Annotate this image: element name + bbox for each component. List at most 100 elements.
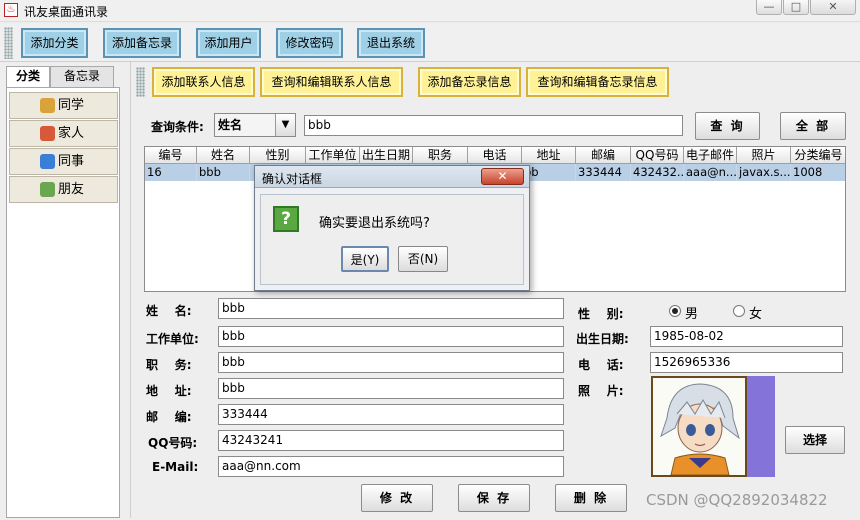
table-cell[interactable]: javax.s... xyxy=(737,164,791,181)
colleagues-icon xyxy=(40,154,55,169)
dialog-title-bar[interactable]: 确认对话框 ✕ xyxy=(255,166,529,188)
category-label: 朋友 xyxy=(58,182,85,197)
add-memo-button[interactable]: 添加备忘录 xyxy=(103,28,181,58)
tab-memo[interactable]: 备忘录 xyxy=(50,66,114,87)
category-family[interactable]: 家人 xyxy=(9,120,118,147)
email-label: E-Mail: xyxy=(152,460,199,474)
category-label: 同学 xyxy=(58,98,85,113)
column-header[interactable]: 电话 xyxy=(468,147,522,164)
yes-button[interactable]: 是(Y) xyxy=(341,246,389,272)
gender-male-label[interactable]: 男 xyxy=(685,303,698,322)
table-cell[interactable]: 333444 xyxy=(576,164,631,181)
gender-female-label[interactable]: 女 xyxy=(749,303,762,322)
watermark: CSDN @QQ2892034822 xyxy=(646,491,828,509)
tab-category[interactable]: 分类 xyxy=(6,66,50,88)
birth-date-field[interactable]: 1985-08-02 xyxy=(650,326,843,347)
work-unit-field[interactable]: bbb xyxy=(218,326,564,347)
photo-label: 照 片: xyxy=(578,384,624,398)
phone-field[interactable]: 1526965336 xyxy=(650,352,843,373)
column-header[interactable]: 地址 xyxy=(522,147,576,164)
work-unit-label: 工作单位: xyxy=(146,332,199,346)
table-cell[interactable]: 1008 xyxy=(791,164,845,181)
query-edit-memo-button[interactable]: 查询和编辑备忘录信息 xyxy=(526,67,669,97)
modify-button[interactable]: 修 改 xyxy=(361,484,433,512)
query-field-select[interactable]: 姓名 ▼ xyxy=(214,113,296,137)
column-header[interactable]: 性别 xyxy=(250,147,306,164)
column-header[interactable]: 编号 xyxy=(145,147,197,164)
gender-label: 性 别: xyxy=(578,307,624,321)
minimize-button[interactable]: — xyxy=(756,0,782,15)
change-password-button[interactable]: 修改密码 xyxy=(276,28,343,58)
all-button[interactable]: 全 部 xyxy=(780,112,846,140)
zip-label: 邮 编: xyxy=(146,410,192,424)
dialog-message: 确实要退出系统吗? xyxy=(319,216,430,231)
column-header[interactable]: 工作单位 xyxy=(306,147,360,164)
query-button[interactable]: 查 询 xyxy=(695,112,760,140)
zip-field[interactable]: 333444 xyxy=(218,404,564,425)
question-icon: ? xyxy=(273,206,299,232)
no-button[interactable]: 否(N) xyxy=(398,246,448,272)
family-icon xyxy=(40,126,55,141)
table-cell[interactable]: 432432... xyxy=(631,164,684,181)
add-memo-info-button[interactable]: 添加备忘录信息 xyxy=(418,67,521,97)
job-label: 职 务: xyxy=(146,358,192,372)
maximize-button[interactable]: □ xyxy=(783,0,809,15)
title-bar: ♨ 讯友桌面通讯录 — □ ✕ xyxy=(0,0,860,22)
query-condition-label: 查询条件: xyxy=(151,120,204,134)
phone-label: 电 话: xyxy=(578,358,624,372)
qq-label: QQ号码: xyxy=(148,436,198,450)
add-category-button[interactable]: 添加分类 xyxy=(21,28,88,58)
delete-button[interactable]: 删 除 xyxy=(555,484,627,512)
gender-female-radio[interactable] xyxy=(733,305,745,317)
add-contact-button[interactable]: 添加联系人信息 xyxy=(152,67,255,97)
content-toolbar-grip[interactable] xyxy=(136,67,145,97)
classmates-icon xyxy=(40,98,55,113)
gender-male-radio[interactable] xyxy=(669,305,681,317)
left-tabs: 分类 备忘录 xyxy=(6,66,120,88)
avatar-image xyxy=(653,378,745,476)
main-toolbar: 添加分类 添加备忘录 添加用户 修改密码 退出系统 xyxy=(0,24,860,62)
job-field[interactable]: bbb xyxy=(218,352,564,373)
column-header[interactable]: 照片 xyxy=(737,147,791,164)
java-icon: ♨ xyxy=(4,3,18,17)
confirm-dialog: 确认对话框 ✕ ? 确实要退出系统吗? 是(Y) 否(N) xyxy=(254,165,530,291)
column-header[interactable]: 分类编号 xyxy=(791,147,845,164)
exit-system-button[interactable]: 退出系统 xyxy=(357,28,425,58)
column-header[interactable]: 邮编 xyxy=(576,147,631,164)
add-user-button[interactable]: 添加用户 xyxy=(196,28,261,58)
name-label: 姓 名: xyxy=(146,304,192,318)
table-cell[interactable]: aaa@n... xyxy=(684,164,737,181)
query-input[interactable]: bbb xyxy=(304,115,683,136)
window-title: 讯友桌面通讯录 xyxy=(24,5,109,19)
table-cell[interactable]: bbb xyxy=(197,164,250,181)
address-field[interactable]: bbb xyxy=(218,378,564,399)
friends-icon xyxy=(40,182,55,197)
qq-field[interactable]: 43243241 xyxy=(218,430,564,451)
avatar-photo xyxy=(651,376,747,477)
query-edit-contact-button[interactable]: 查询和编辑联系人信息 xyxy=(260,67,403,97)
category-label: 家人 xyxy=(58,126,85,141)
column-header[interactable]: QQ号码 xyxy=(631,147,684,164)
photo-frame xyxy=(651,376,775,477)
category-panel: 同学 家人 同事 朋友 xyxy=(6,87,120,518)
toolbar-grip[interactable] xyxy=(4,27,13,59)
select-photo-button[interactable]: 选择 xyxy=(785,426,845,454)
category-classmates[interactable]: 同学 xyxy=(9,92,118,119)
save-button[interactable]: 保 存 xyxy=(458,484,530,512)
column-header[interactable]: 姓名 xyxy=(197,147,250,164)
chevron-down-icon[interactable]: ▼ xyxy=(275,114,295,136)
column-header[interactable]: 职务 xyxy=(413,147,468,164)
column-header[interactable]: 出生日期 xyxy=(360,147,413,164)
category-colleagues[interactable]: 同事 xyxy=(9,148,118,175)
category-label: 同事 xyxy=(58,154,85,169)
table-cell[interactable]: bb xyxy=(522,164,576,181)
table-cell[interactable]: 16 xyxy=(145,164,197,181)
close-button[interactable]: ✕ xyxy=(810,0,856,15)
column-header[interactable]: 电子邮件 xyxy=(684,147,737,164)
dialog-body: ? 确实要退出系统吗? 是(Y) 否(N) xyxy=(260,194,524,285)
category-friends[interactable]: 朋友 xyxy=(9,176,118,203)
birth-date-label: 出生日期: xyxy=(576,332,629,346)
name-field[interactable]: bbb xyxy=(218,298,564,319)
email-field[interactable]: aaa@nn.com xyxy=(218,456,564,477)
dialog-close-button[interactable]: ✕ xyxy=(481,168,524,185)
